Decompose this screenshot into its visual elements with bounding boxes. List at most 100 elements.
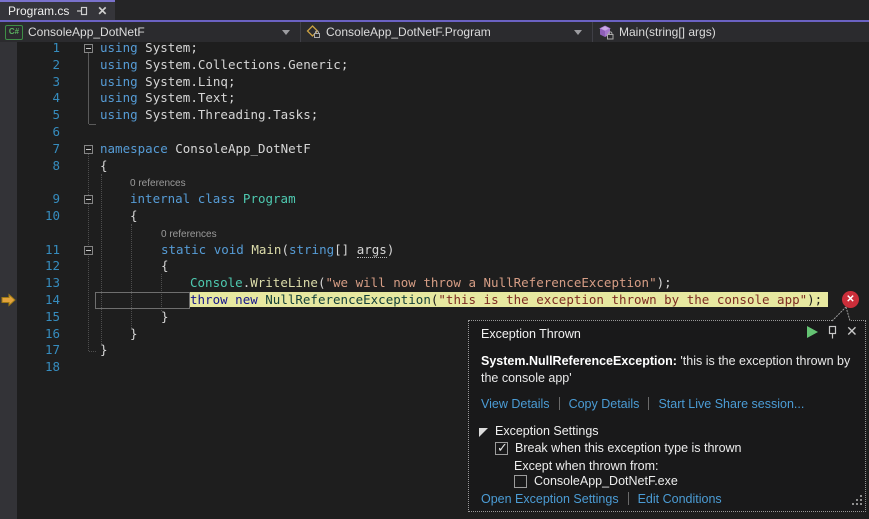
fold-marker[interactable] <box>84 145 93 154</box>
exception-settings-header[interactable]: Exception Settings <box>495 424 599 438</box>
exception-action-links: View Details Copy Details Start Live Share… <box>481 397 804 411</box>
line-number: 10 <box>0 208 60 225</box>
module-label: ConsoleApp_DotNetF.exe <box>534 474 678 488</box>
code-text[interactable]: internal class Program <box>130 191 296 208</box>
code-line-9[interactable]: 9 internal class Program <box>0 191 869 208</box>
type-name: ConsoleApp_DotNetF.Program <box>326 25 491 39</box>
close-icon[interactable]: ✕ <box>97 5 107 17</box>
code-text[interactable]: } <box>100 342 108 359</box>
code-text[interactable]: } <box>161 309 169 326</box>
line-number: 17 <box>0 342 60 359</box>
type-dropdown[interactable]: ConsoleApp_DotNetF.Program <box>300 22 592 42</box>
code-text[interactable]: throw new NullReferenceException("this i… <box>190 292 828 309</box>
except-when-thrown-label: Except when thrown from: <box>514 459 659 473</box>
line-number: 6 <box>0 124 60 141</box>
line-number: 3 <box>0 74 60 91</box>
class-icon <box>306 25 321 39</box>
break-when-thrown-checkbox[interactable] <box>495 442 508 455</box>
link-separator <box>559 397 560 410</box>
code-line-10[interactable]: 10 { <box>0 208 869 225</box>
line-number: 8 <box>0 158 60 175</box>
resize-grip[interactable] <box>851 494 863 509</box>
code-text[interactable]: using System.Linq; <box>100 74 235 91</box>
link-open-exception-settings[interactable]: Open Exception Settings <box>481 492 619 506</box>
code-line-13[interactable]: 13 Console.WriteLine("we will now throw a… <box>0 275 869 292</box>
code-line-7[interactable]: 7 namespace ConsoleApp_DotNetF <box>0 141 869 158</box>
codelens-row: 0 references <box>0 225 869 242</box>
code-text[interactable]: { <box>130 208 138 225</box>
line-number: 9 <box>0 191 60 208</box>
code-text[interactable]: Console.WriteLine("we will now throw a N… <box>190 275 672 292</box>
member-name: Main(string[] args) <box>619 25 716 39</box>
code-text[interactable]: using System.Threading.Tasks; <box>100 107 318 124</box>
code-line-2[interactable]: 2 using System.Collections.Generic; <box>0 57 869 74</box>
link-copy-details[interactable]: Copy Details <box>569 397 640 411</box>
continue-execution-icon[interactable] <box>807 326 818 338</box>
current-statement-arrow-icon <box>1 293 16 312</box>
line-number: 16 <box>0 326 60 343</box>
member-dropdown[interactable]: Main(string[] args) <box>592 22 869 42</box>
callout-pointer <box>832 305 854 327</box>
line-number: 7 <box>0 141 60 158</box>
code-text[interactable]: } <box>130 326 138 343</box>
link-start-live-share-session[interactable]: Start Live Share session... <box>658 397 804 411</box>
link-separator <box>648 397 649 410</box>
link-separator <box>628 492 629 505</box>
code-line-1[interactable]: 1 using System; <box>0 40 869 57</box>
code-line-5[interactable]: 5 using System.Threading.Tasks; <box>0 107 869 124</box>
line-number: 4 <box>0 90 60 107</box>
tab-title: Program.cs <box>8 4 69 18</box>
project-dropdown[interactable]: C# ConsoleApp_DotNetF <box>0 22 300 42</box>
current-statement-box <box>95 292 190 309</box>
line-number: 13 <box>0 275 60 292</box>
popup-title: Exception Thrown <box>481 327 581 341</box>
module-exception-row: ConsoleApp_DotNetF.exe <box>514 474 678 488</box>
code-line-3[interactable]: 3 using System.Linq; <box>0 74 869 91</box>
module-checkbox[interactable] <box>514 475 527 488</box>
visual-studio-editor: Program.cs ✕ C# ConsoleApp_DotNetF Conso <box>0 0 869 519</box>
code-text[interactable]: using System.Text; <box>100 90 235 107</box>
fold-marker[interactable] <box>84 246 93 255</box>
chevron-down-icon[interactable] <box>282 30 290 35</box>
code-line-11[interactable]: 11 static void Main(string[] args) <box>0 242 869 259</box>
link-view-details[interactable]: View Details <box>481 397 550 411</box>
tab-bar: Program.cs ✕ <box>0 0 869 22</box>
pin-icon[interactable] <box>77 5 89 17</box>
break-when-thrown-label: Break when this exception type is thrown <box>515 441 742 455</box>
pin-icon[interactable] <box>826 325 839 343</box>
break-when-thrown-row: Break when this exception type is thrown <box>495 441 742 455</box>
exception-type: System.NullReferenceException: <box>481 354 677 368</box>
line-number: 18 <box>0 359 60 376</box>
code-text[interactable]: using System.Collections.Generic; <box>100 57 348 74</box>
csharp-project-icon: C# <box>5 25 23 40</box>
expander-triangle-icon[interactable] <box>479 428 488 437</box>
line-number: 11 <box>0 242 60 259</box>
exception-message: System.NullReferenceException: 'this is … <box>481 353 855 387</box>
code-line-6[interactable]: 6 <box>0 124 869 141</box>
code-text[interactable]: namespace ConsoleApp_DotNetF <box>100 141 311 158</box>
navigation-bar: C# ConsoleApp_DotNetF ConsoleApp_DotNetF… <box>0 22 869 42</box>
codelens-row: 0 references <box>0 174 869 191</box>
code-text[interactable]: static void Main(string[] args) <box>161 242 394 259</box>
link-edit-conditions[interactable]: Edit Conditions <box>638 492 722 506</box>
exception-helper-popup: Exception Thrown ✕ System.NullReferenceE… <box>468 320 866 512</box>
fold-marker[interactable] <box>84 44 93 53</box>
line-number: 2 <box>0 57 60 74</box>
code-line-4[interactable]: 4 using System.Text; <box>0 90 869 107</box>
method-internal-icon <box>598 25 614 40</box>
fold-marker[interactable] <box>84 195 93 204</box>
code-line-12[interactable]: 12 { <box>0 258 869 275</box>
chevron-down-icon[interactable] <box>574 30 582 35</box>
code-text[interactable]: using System; <box>100 40 198 57</box>
code-line-14[interactable]: 14throw new NullReferenceException("this… <box>0 292 869 309</box>
current-statement-highlight: throw new NullReferenceException("this i… <box>190 292 828 307</box>
code-line-8[interactable]: 8{ <box>0 158 869 175</box>
tab-program-cs[interactable]: Program.cs ✕ <box>0 0 115 20</box>
settings-action-links: Open Exception Settings Edit Conditions <box>481 492 722 506</box>
project-name: ConsoleApp_DotNetF <box>28 25 145 39</box>
code-text[interactable]: { <box>100 158 108 175</box>
line-number: 1 <box>0 40 60 57</box>
line-number: 12 <box>0 258 60 275</box>
code-text[interactable]: { <box>161 258 169 275</box>
line-number: 5 <box>0 107 60 124</box>
